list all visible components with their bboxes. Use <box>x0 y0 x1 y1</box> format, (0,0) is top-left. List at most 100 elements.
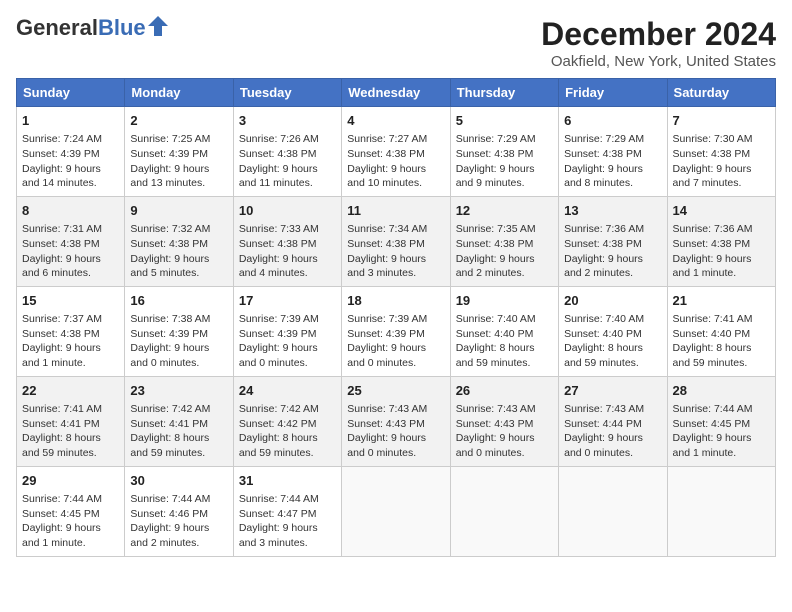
day-info: Sunrise: 7:27 AMSunset: 4:38 PMDaylight:… <box>347 132 444 191</box>
day-info: Sunrise: 7:41 AMSunset: 4:41 PMDaylight:… <box>22 402 119 461</box>
calendar-day-cell: 25 Sunrise: 7:43 AMSunset: 4:43 PMDayligh… <box>342 376 450 466</box>
day-number: 3 <box>239 112 336 130</box>
calendar-day-cell: 12 Sunrise: 7:35 AMSunset: 4:38 PMDayligh… <box>450 196 558 286</box>
day-number: 29 <box>22 472 119 490</box>
day-number: 17 <box>239 292 336 310</box>
calendar-day-cell: 9 Sunrise: 7:32 AMSunset: 4:38 PMDaylight… <box>125 196 233 286</box>
day-number: 1 <box>22 112 119 130</box>
logo-text: GeneralBlue <box>16 16 146 40</box>
day-number: 4 <box>347 112 444 130</box>
calendar-day-cell: 14Sunrise: 7:36 AMSunset: 4:38 PMDayligh… <box>667 196 775 286</box>
logo-arrow-icon <box>148 16 168 36</box>
day-info: Sunrise: 7:36 AMSunset: 4:38 PMDaylight:… <box>564 222 661 281</box>
day-number: 24 <box>239 382 336 400</box>
day-info: Sunrise: 7:39 AMSunset: 4:39 PMDaylight:… <box>347 312 444 371</box>
day-number: 14 <box>673 202 770 220</box>
calendar-day-cell: 17 Sunrise: 7:39 AMSunset: 4:39 PMDayligh… <box>233 286 341 376</box>
calendar-day-cell: 11 Sunrise: 7:34 AMSunset: 4:38 PMDayligh… <box>342 196 450 286</box>
day-info: Sunrise: 7:24 AMSunset: 4:39 PMDaylight:… <box>22 132 119 191</box>
day-number: 9 <box>130 202 227 220</box>
calendar-table: SundayMondayTuesdayWednesdayThursdayFrid… <box>16 78 776 557</box>
weekday-header-saturday: Saturday <box>667 79 775 107</box>
page-title: December 2024 <box>541 16 776 53</box>
calendar-day-cell: 28 Sunrise: 7:44 AMSunset: 4:45 PMDayligh… <box>667 376 775 466</box>
page-subtitle: Oakfield, New York, United States <box>541 53 776 70</box>
calendar-day-cell: 23Sunrise: 7:42 AMSunset: 4:41 PMDayligh… <box>125 376 233 466</box>
day-info: Sunrise: 7:43 AMSunset: 4:44 PMDaylight:… <box>564 402 661 461</box>
day-number: 2 <box>130 112 227 130</box>
day-number: 19 <box>456 292 553 310</box>
day-number: 12 <box>456 202 553 220</box>
day-info: Sunrise: 7:41 AMSunset: 4:40 PMDaylight:… <box>673 312 770 371</box>
day-info: Sunrise: 7:25 AMSunset: 4:39 PMDaylight:… <box>130 132 227 191</box>
empty-cell <box>667 466 775 556</box>
calendar-day-cell: 18 Sunrise: 7:39 AMSunset: 4:39 PMDayligh… <box>342 286 450 376</box>
day-number: 22 <box>22 382 119 400</box>
day-number: 16 <box>130 292 227 310</box>
day-info: Sunrise: 7:37 AMSunset: 4:38 PMDaylight:… <box>22 312 119 371</box>
day-info: Sunrise: 7:29 AMSunset: 4:38 PMDaylight:… <box>456 132 553 191</box>
day-info: Sunrise: 7:26 AMSunset: 4:38 PMDaylight:… <box>239 132 336 191</box>
day-number: 23 <box>130 382 227 400</box>
day-info: Sunrise: 7:44 AMSunset: 4:45 PMDaylight:… <box>22 492 119 551</box>
day-number: 18 <box>347 292 444 310</box>
calendar-week-row: 22 Sunrise: 7:41 AMSunset: 4:41 PMDayligh… <box>17 376 776 466</box>
day-info: Sunrise: 7:44 AMSunset: 4:45 PMDaylight:… <box>673 402 770 461</box>
day-number: 11 <box>347 202 444 220</box>
calendar-day-cell: 19 Sunrise: 7:40 AMSunset: 4:40 PMDayligh… <box>450 286 558 376</box>
day-info: Sunrise: 7:39 AMSunset: 4:39 PMDaylight:… <box>239 312 336 371</box>
calendar-day-cell: 20Sunrise: 7:40 AMSunset: 4:40 PMDayligh… <box>559 286 667 376</box>
day-info: Sunrise: 7:44 AMSunset: 4:46 PMDaylight:… <box>130 492 227 551</box>
day-number: 31 <box>239 472 336 490</box>
calendar-day-cell: 31 Sunrise: 7:44 AMSunset: 4:47 PMDayligh… <box>233 466 341 556</box>
day-info: Sunrise: 7:44 AMSunset: 4:47 PMDaylight:… <box>239 492 336 551</box>
day-number: 8 <box>22 202 119 220</box>
calendar-day-cell: 3 Sunrise: 7:26 AMSunset: 4:38 PMDaylight… <box>233 107 341 197</box>
day-info: Sunrise: 7:42 AMSunset: 4:42 PMDaylight:… <box>239 402 336 461</box>
day-info: Sunrise: 7:32 AMSunset: 4:38 PMDaylight:… <box>130 222 227 281</box>
empty-cell <box>450 466 558 556</box>
day-info: Sunrise: 7:40 AMSunset: 4:40 PMDaylight:… <box>456 312 553 371</box>
weekday-header-row: SundayMondayTuesdayWednesdayThursdayFrid… <box>17 79 776 107</box>
calendar-day-cell: 7Sunrise: 7:30 AMSunset: 4:38 PMDaylight… <box>667 107 775 197</box>
day-number: 25 <box>347 382 444 400</box>
calendar-day-cell: 21 Sunrise: 7:41 AMSunset: 4:40 PMDayligh… <box>667 286 775 376</box>
calendar-day-cell: 6Sunrise: 7:29 AMSunset: 4:38 PMDaylight… <box>559 107 667 197</box>
page-header: GeneralBlue December 2024 Oakfield, New … <box>16 16 776 70</box>
calendar-day-cell: 26Sunrise: 7:43 AMSunset: 4:43 PMDayligh… <box>450 376 558 466</box>
day-number: 5 <box>456 112 553 130</box>
empty-cell <box>342 466 450 556</box>
calendar-day-cell: 13 Sunrise: 7:36 AMSunset: 4:38 PMDayligh… <box>559 196 667 286</box>
day-info: Sunrise: 7:38 AMSunset: 4:39 PMDaylight:… <box>130 312 227 371</box>
weekday-header-wednesday: Wednesday <box>342 79 450 107</box>
day-info: Sunrise: 7:43 AMSunset: 4:43 PMDaylight:… <box>456 402 553 461</box>
calendar-day-cell: 1 Sunrise: 7:24 AMSunset: 4:39 PMDaylight… <box>17 107 125 197</box>
weekday-header-sunday: Sunday <box>17 79 125 107</box>
calendar-day-cell: 8 Sunrise: 7:31 AMSunset: 4:38 PMDaylight… <box>17 196 125 286</box>
day-number: 10 <box>239 202 336 220</box>
day-number: 21 <box>673 292 770 310</box>
calendar-week-row: 8 Sunrise: 7:31 AMSunset: 4:38 PMDaylight… <box>17 196 776 286</box>
calendar-week-row: 1 Sunrise: 7:24 AMSunset: 4:39 PMDaylight… <box>17 107 776 197</box>
calendar-day-cell: 27Sunrise: 7:43 AMSunset: 4:44 PMDayligh… <box>559 376 667 466</box>
day-number: 7 <box>673 112 770 130</box>
calendar-day-cell: 24 Sunrise: 7:42 AMSunset: 4:42 PMDayligh… <box>233 376 341 466</box>
day-info: Sunrise: 7:29 AMSunset: 4:38 PMDaylight:… <box>564 132 661 191</box>
day-info: Sunrise: 7:35 AMSunset: 4:38 PMDaylight:… <box>456 222 553 281</box>
calendar-day-cell: 5 Sunrise: 7:29 AMSunset: 4:38 PMDaylight… <box>450 107 558 197</box>
calendar-day-cell: 2 Sunrise: 7:25 AMSunset: 4:39 PMDaylight… <box>125 107 233 197</box>
calendar-day-cell: 15Sunrise: 7:37 AMSunset: 4:38 PMDayligh… <box>17 286 125 376</box>
calendar-day-cell: 30Sunrise: 7:44 AMSunset: 4:46 PMDayligh… <box>125 466 233 556</box>
calendar-week-row: 15Sunrise: 7:37 AMSunset: 4:38 PMDayligh… <box>17 286 776 376</box>
day-number: 28 <box>673 382 770 400</box>
calendar-day-cell: 29 Sunrise: 7:44 AMSunset: 4:45 PMDayligh… <box>17 466 125 556</box>
weekday-header-friday: Friday <box>559 79 667 107</box>
day-info: Sunrise: 7:34 AMSunset: 4:38 PMDaylight:… <box>347 222 444 281</box>
calendar-day-cell: 4 Sunrise: 7:27 AMSunset: 4:38 PMDaylight… <box>342 107 450 197</box>
day-info: Sunrise: 7:43 AMSunset: 4:43 PMDaylight:… <box>347 402 444 461</box>
calendar-week-row: 29 Sunrise: 7:44 AMSunset: 4:45 PMDayligh… <box>17 466 776 556</box>
day-number: 13 <box>564 202 661 220</box>
day-info: Sunrise: 7:40 AMSunset: 4:40 PMDaylight:… <box>564 312 661 371</box>
day-info: Sunrise: 7:31 AMSunset: 4:38 PMDaylight:… <box>22 222 119 281</box>
calendar-day-cell: 16 Sunrise: 7:38 AMSunset: 4:39 PMDayligh… <box>125 286 233 376</box>
